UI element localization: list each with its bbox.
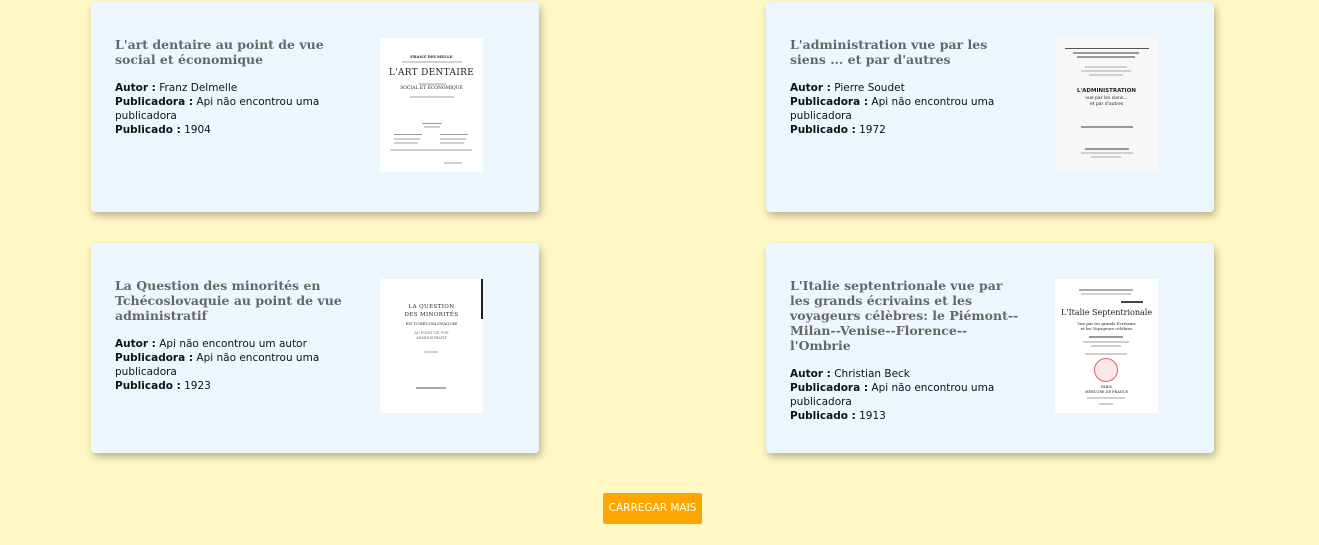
published-label: Publicado : xyxy=(790,124,856,136)
publisher-label: Publicadora : xyxy=(790,96,869,108)
book-published-year: 1923 xyxy=(184,380,211,392)
book-published-line: Publicado : 1913 xyxy=(790,409,1020,423)
publisher-label: Publicadora : xyxy=(790,382,869,394)
cover-text: L'ADMINISTRATION xyxy=(1076,88,1137,94)
book-publisher-line: Publicadora : Api não encontrou uma publ… xyxy=(115,95,345,123)
published-label: Publicado : xyxy=(115,380,181,392)
author-label: Autor : xyxy=(115,82,156,94)
book-publisher-line: Publicadora : Api não encontrou uma publ… xyxy=(790,95,1020,123)
cover-text: vue par les siens... xyxy=(1085,96,1128,101)
book-author-line: Autor : Franz Delmelle xyxy=(115,81,345,95)
book-author: Franz Delmelle xyxy=(159,82,238,94)
book-author-line: Autor : Api não encontrou um autor xyxy=(115,337,345,351)
book-info: L'art dentaire au point de vue social et… xyxy=(115,37,345,137)
author-label: Autor : xyxy=(115,338,156,350)
publisher-label: Publicadora : xyxy=(115,352,194,364)
book-published-line: Publicado : 1904 xyxy=(115,123,345,137)
book-card[interactable]: La Question des minorités en Tchécoslova… xyxy=(91,243,539,453)
book-author: Pierre Soudet xyxy=(834,82,905,94)
book-card[interactable]: L'administration vue par les siens ... e… xyxy=(766,2,1214,212)
cover-text: LA QUESTION xyxy=(408,304,455,310)
published-label: Publicado : xyxy=(790,410,856,422)
book-info: L'administration vue par les siens ... e… xyxy=(790,37,1020,137)
cover-text: DES MINORITÉS xyxy=(404,312,459,318)
cover-text: L'ART DENTAIRE xyxy=(388,68,475,78)
book-published-year: 1913 xyxy=(859,410,886,422)
book-title[interactable]: L'art dentaire au point de vue social et… xyxy=(115,37,345,67)
cover-text: EN TCHÉCOSLOVAQUIE xyxy=(405,321,458,326)
stamp-icon xyxy=(1094,358,1118,382)
book-publisher-line: Publicadora : Api não encontrou uma publ… xyxy=(790,381,1020,409)
book-info: La Question des minorités en Tchécoslova… xyxy=(115,278,345,393)
cover-text: et les Voyageurs célèbres xyxy=(1080,326,1133,331)
published-label: Publicado : xyxy=(115,124,181,136)
book-published-line: Publicado : 1972 xyxy=(790,123,1020,137)
book-author-line: Autor : Pierre Soudet xyxy=(790,81,1020,95)
book-cover-image[interactable]: L'ADMINISTRATION vue par les siens... et… xyxy=(1055,38,1158,172)
book-author: Api não encontrou um autor xyxy=(159,338,307,350)
author-label: Autor : xyxy=(790,82,831,94)
book-title[interactable]: L'Italie septentrionale vue par les gran… xyxy=(790,278,1020,353)
book-author: Christian Beck xyxy=(834,368,910,380)
book-cover-image[interactable]: L'Italie Septentrionale Vue par les gran… xyxy=(1055,279,1158,413)
book-author-line: Autor : Christian Beck xyxy=(790,367,1020,381)
cover-text: FRANZ DELMELLE xyxy=(410,54,453,59)
book-publisher-line: Publicadora : Api não encontrou uma publ… xyxy=(115,351,345,379)
book-cover-image[interactable]: LA QUESTION DES MINORITÉS EN TCHÉCOSLOVA… xyxy=(380,279,483,413)
publisher-label: Publicadora : xyxy=(115,96,194,108)
book-results-page: L'art dentaire au point de vue social et… xyxy=(0,0,1319,545)
book-cover-image[interactable]: FRANZ DELMELLE L'ART DENTAIRE SOCIAL ET … xyxy=(380,38,483,172)
cover-text: PARIS xyxy=(1101,385,1112,389)
load-more-button[interactable]: CARREGAR MAIS xyxy=(603,493,702,524)
book-title[interactable]: La Question des minorités en Tchécoslova… xyxy=(115,278,345,323)
cover-text: MERCURE DE FRANCE xyxy=(1084,390,1129,394)
book-info: L'Italie septentrionale vue par les gran… xyxy=(790,278,1020,423)
cover-text: SOCIAL ET ÉCONOMIQUE xyxy=(400,86,463,91)
book-card[interactable]: L'Italie septentrionale vue par les gran… xyxy=(766,243,1214,453)
cover-text: L'Italie Septentrionale xyxy=(1060,308,1153,317)
cover-text: et par d'autres xyxy=(1089,102,1124,107)
book-card[interactable]: L'art dentaire au point de vue social et… xyxy=(91,2,539,212)
book-published-year: 1972 xyxy=(859,124,886,136)
cover-text: ADMINISTRATIF xyxy=(416,336,447,340)
book-published-line: Publicado : 1923 xyxy=(115,379,345,393)
author-label: Autor : xyxy=(790,368,831,380)
book-title[interactable]: L'administration vue par les siens ... e… xyxy=(790,37,1020,67)
book-published-year: 1904 xyxy=(184,124,211,136)
cover-text: AU POINT DE VUE xyxy=(414,331,449,335)
